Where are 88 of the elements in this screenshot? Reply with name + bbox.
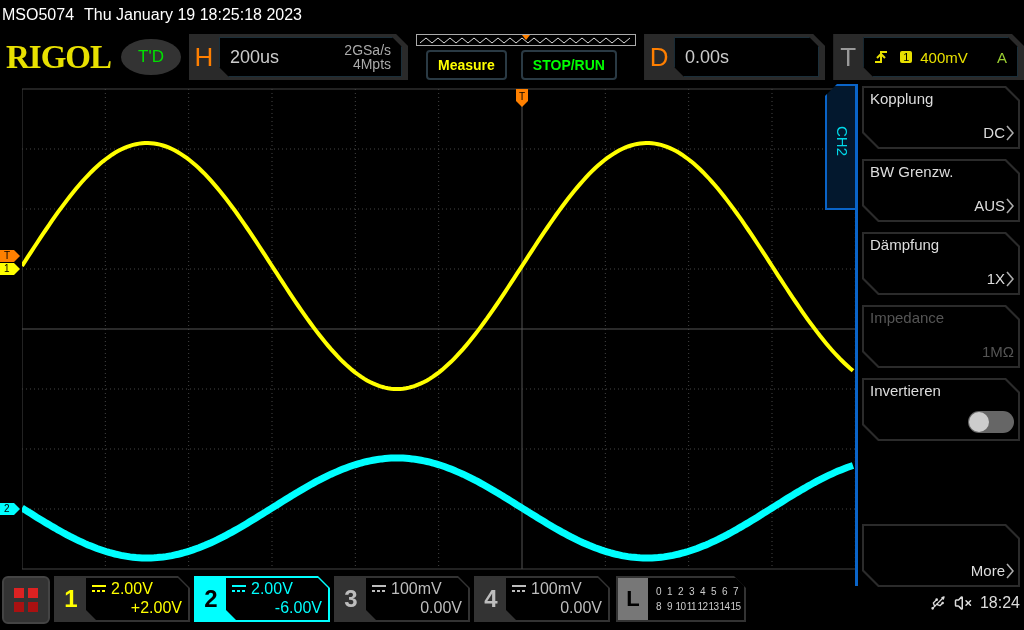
menu-option[interactable]: Invertieren bbox=[862, 378, 1020, 441]
trigger-level: 400mV bbox=[920, 48, 968, 66]
logic-label: L bbox=[618, 578, 648, 620]
logic-bit-label: 12 bbox=[697, 601, 708, 612]
option-label: BW Grenzw. bbox=[870, 163, 955, 180]
menu-button[interactable]: STOP/RUN bbox=[520, 50, 617, 80]
logic-bit-label: 10 bbox=[675, 601, 686, 612]
chevron-right-icon bbox=[1006, 270, 1014, 287]
logic-bit-label: 4 bbox=[698, 586, 707, 597]
logic-bit-label: 9 bbox=[665, 601, 674, 612]
logic-bit-label: 5 bbox=[709, 586, 718, 597]
usb-icon bbox=[929, 595, 946, 611]
delay-panel[interactable]: D 0.00s bbox=[644, 34, 826, 80]
more-button[interactable]: More bbox=[862, 524, 1020, 587]
channel-tab-label: CH2 bbox=[834, 126, 851, 156]
channel-offset: 0.00V bbox=[560, 598, 602, 617]
logic-bit-label: 13 bbox=[708, 601, 719, 612]
level-marker[interactable]: T bbox=[0, 250, 20, 262]
level-marker[interactable]: 2 bbox=[0, 503, 20, 515]
option-label: Invertieren bbox=[870, 382, 942, 399]
trigger-position-marker: T bbox=[516, 89, 528, 107]
logic-bit-label: 8 bbox=[654, 601, 663, 612]
option-value: More bbox=[970, 562, 1005, 579]
option-value: DC bbox=[983, 124, 1005, 141]
horizontal-panel[interactable]: H 200us 2GSa/s 4Mpts bbox=[188, 34, 409, 80]
rising-edge-icon bbox=[874, 50, 889, 64]
menu-button[interactable]: Measure bbox=[426, 50, 507, 80]
option-label: Impedance bbox=[870, 309, 946, 326]
channel-scale: 2.00V bbox=[111, 579, 153, 598]
trigger-label: T bbox=[839, 41, 858, 73]
logic-bit-label: 2 bbox=[676, 586, 685, 597]
logic-bit-label: 7 bbox=[731, 586, 740, 597]
model-name: MSO5074 bbox=[2, 6, 75, 24]
logic-bit-label: 3 bbox=[687, 586, 696, 597]
dc-coupling-icon bbox=[372, 584, 386, 593]
option-value: 1MΩ bbox=[981, 343, 1014, 360]
trigger-source: 1 bbox=[900, 51, 913, 63]
delay-label: D bbox=[648, 41, 670, 73]
chevron-right-icon bbox=[1006, 124, 1014, 141]
channel-scale: 100mV bbox=[391, 579, 442, 598]
channel-offset: -6.00V bbox=[274, 598, 322, 617]
logic-bit-label: 0 bbox=[654, 586, 663, 597]
trigger-panel[interactable]: T 1 400mV A bbox=[833, 34, 1024, 80]
option-value: AUS bbox=[974, 197, 1005, 214]
logic-bit-label: 1 bbox=[665, 586, 674, 597]
option-label: Dämpfung bbox=[870, 236, 941, 253]
chevron-right-icon bbox=[1006, 562, 1014, 579]
channel-number: 3 bbox=[343, 584, 359, 614]
sample-rate: 2GSa/s bbox=[344, 43, 392, 57]
channel-offset: 0.00V bbox=[420, 598, 462, 617]
date-time: Thu January 19 18:25:18 2023 bbox=[84, 6, 302, 24]
logic-bit-label: 15 bbox=[730, 601, 741, 612]
mode-badge[interactable]: T'D bbox=[121, 39, 181, 75]
channel-number: 1 bbox=[63, 584, 79, 614]
chevron-right-icon bbox=[1006, 197, 1014, 214]
brand-logo: RIGOL bbox=[6, 38, 112, 76]
channel-panel[interactable]: 4 100mV 0.00V bbox=[474, 576, 610, 622]
trigger-mode: A bbox=[997, 48, 1007, 66]
logic-bit-label: 11 bbox=[686, 601, 697, 612]
horizontal-label: H bbox=[193, 41, 215, 73]
option-label: Kopplung bbox=[870, 90, 935, 107]
dc-coupling-icon bbox=[92, 584, 106, 593]
logic-panel[interactable]: L 0 1 2 3 4 5 6 7 8 9 101112131415 bbox=[616, 576, 746, 622]
toggle-switch[interactable] bbox=[968, 411, 1014, 433]
menu-option[interactable]: Kopplung DC bbox=[862, 86, 1020, 149]
channel-number: 4 bbox=[483, 584, 499, 614]
clock-time: 18:24 bbox=[979, 594, 1020, 612]
channel-scale: 100mV bbox=[531, 579, 582, 598]
channel-panel[interactable]: 3 100mV 0.00V bbox=[334, 576, 470, 622]
delay-value: 0.00s bbox=[685, 46, 730, 68]
channel-number: 2 bbox=[203, 584, 219, 614]
menu-option[interactable]: BW Grenzw. AUS bbox=[862, 159, 1020, 222]
logic-bit-label: 14 bbox=[719, 601, 730, 612]
timebase-value: 200us bbox=[229, 46, 279, 68]
memory-depth: 4Mpts bbox=[352, 57, 392, 71]
channel-offset: +2.00V bbox=[130, 598, 182, 617]
dc-coupling-icon bbox=[512, 584, 526, 593]
main-menu-button[interactable] bbox=[2, 576, 50, 624]
logic-bit-label: 6 bbox=[720, 586, 729, 597]
channel-panel[interactable]: 1 2.00V +2.00V bbox=[54, 576, 190, 622]
level-marker[interactable]: 1 bbox=[0, 263, 20, 275]
option-value: 1X bbox=[986, 270, 1005, 287]
grid-icon bbox=[13, 587, 39, 613]
channel-panel[interactable]: 2 2.00V -6.00V bbox=[194, 576, 330, 622]
channel-scale: 2.00V bbox=[251, 579, 293, 598]
mute-icon bbox=[953, 594, 972, 612]
dc-coupling-icon bbox=[232, 584, 246, 593]
menu-option[interactable]: Dämpfung 1X bbox=[862, 232, 1020, 295]
